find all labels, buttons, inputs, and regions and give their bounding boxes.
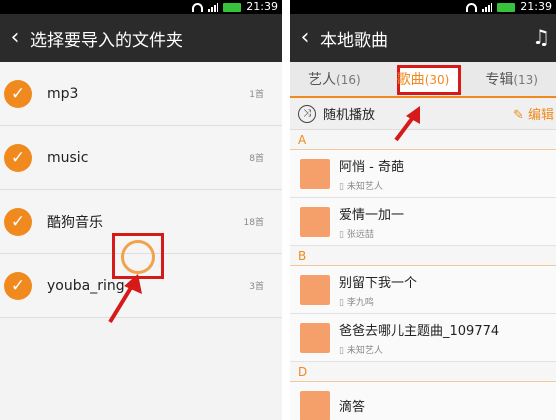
tab-artists[interactable]: 艺人(16) bbox=[290, 69, 379, 89]
tab-bar: 艺人(16) 歌曲(30) 专辑(13) bbox=[290, 62, 556, 98]
folder-song-count: 18首 bbox=[243, 218, 264, 228]
song-list: A阿悄 - 奇葩未知艺人爱情一加一张远喆B别留下我一个李九鸣爸爸去哪儿主题曲_1… bbox=[290, 130, 556, 420]
tap-indicator bbox=[121, 240, 155, 274]
song-row[interactable]: 爸爸去哪儿主题曲_109774 未知艺人 bbox=[290, 314, 556, 362]
signal-icon bbox=[482, 2, 493, 12]
song-artist: 张远喆 bbox=[339, 227, 404, 240]
folder-song-count: 8首 bbox=[249, 154, 264, 164]
section-header: D bbox=[290, 362, 556, 382]
album-cover bbox=[300, 206, 330, 237]
album-cover bbox=[300, 274, 330, 305]
album-cover bbox=[300, 322, 330, 353]
song-title: 阿悄 - 奇葩 bbox=[339, 159, 404, 175]
song-artist: 李九鸣 bbox=[339, 295, 417, 308]
local-songs-screen: 21:39 ‹ 本地歌曲 ♫ 艺人(16) 歌曲(30) 专辑(13) ⤨ 随机… bbox=[290, 0, 556, 420]
signal-icon bbox=[208, 2, 219, 12]
folder-name: mp3 bbox=[47, 85, 79, 102]
song-title: 爱情一加一 bbox=[339, 207, 405, 223]
checkbox-checked-icon[interactable]: ✓ bbox=[4, 143, 32, 172]
title-bar: ‹ 选择要导入的文件夹 bbox=[0, 14, 282, 62]
song-artist: 未知艺人 bbox=[339, 179, 404, 192]
status-bar: 21:39 bbox=[0, 0, 282, 14]
folder-name: 酷狗音乐 bbox=[47, 214, 103, 231]
add-music-icon[interactable]: ♫ bbox=[532, 25, 550, 49]
album-cover bbox=[300, 158, 330, 189]
song-row[interactable]: 滴答 bbox=[290, 382, 556, 420]
wifi-icon bbox=[192, 2, 204, 12]
status-time: 21:39 bbox=[520, 0, 552, 13]
song-title: 爸爸去哪儿主题曲_109774 bbox=[339, 323, 500, 339]
folder-select-screen: 21:39 ‹ 选择要导入的文件夹 ✓ mp3 1首 ✓ music 8首 ✓ 酷狗音乐 18首… bbox=[0, 0, 282, 420]
shuffle-icon[interactable]: ⤨ bbox=[298, 104, 316, 123]
checkbox-checked-icon[interactable]: ✓ bbox=[4, 271, 32, 300]
arrow-icon bbox=[108, 274, 142, 324]
checkbox-checked-icon[interactable]: ✓ bbox=[4, 207, 32, 236]
song-artist: 未知艺人 bbox=[339, 343, 499, 356]
folder-row[interactable]: ✓ mp3 1首 bbox=[0, 62, 282, 126]
folder-song-count: 3首 bbox=[249, 282, 264, 292]
folder-row[interactable]: ✓ music 8首 bbox=[0, 126, 282, 190]
wifi-icon bbox=[466, 2, 478, 12]
back-icon[interactable]: ‹ bbox=[0, 14, 30, 62]
song-row[interactable]: 阿悄 - 奇葩未知艺人 bbox=[290, 150, 556, 198]
song-row[interactable]: 别留下我一个李九鸣 bbox=[290, 266, 556, 314]
status-bar: 21:39 bbox=[290, 0, 556, 14]
title-bar: ‹ 本地歌曲 bbox=[290, 14, 556, 62]
folder-song-count: 1首 bbox=[249, 90, 264, 100]
page-title: 选择要导入的文件夹 bbox=[30, 30, 183, 51]
battery-icon bbox=[223, 2, 242, 12]
back-icon[interactable]: ‹ bbox=[290, 14, 320, 62]
song-row[interactable]: 爱情一加一张远喆 bbox=[290, 198, 556, 246]
battery-icon bbox=[497, 2, 516, 12]
album-cover bbox=[300, 390, 330, 420]
tab-albums[interactable]: 专辑(13) bbox=[467, 69, 556, 89]
section-header: B bbox=[290, 246, 556, 266]
folder-name: music bbox=[47, 149, 89, 166]
arrow-icon bbox=[394, 106, 420, 142]
page-title: 本地歌曲 bbox=[320, 30, 388, 51]
checkbox-checked-icon[interactable]: ✓ bbox=[4, 79, 32, 108]
song-title: 滴答 bbox=[339, 400, 366, 415]
tab-songs[interactable]: 歌曲(30) bbox=[379, 69, 468, 89]
status-time: 21:39 bbox=[246, 0, 278, 13]
song-title: 别留下我一个 bbox=[339, 275, 418, 291]
edit-button[interactable]: ✎ 编辑 bbox=[513, 104, 554, 123]
